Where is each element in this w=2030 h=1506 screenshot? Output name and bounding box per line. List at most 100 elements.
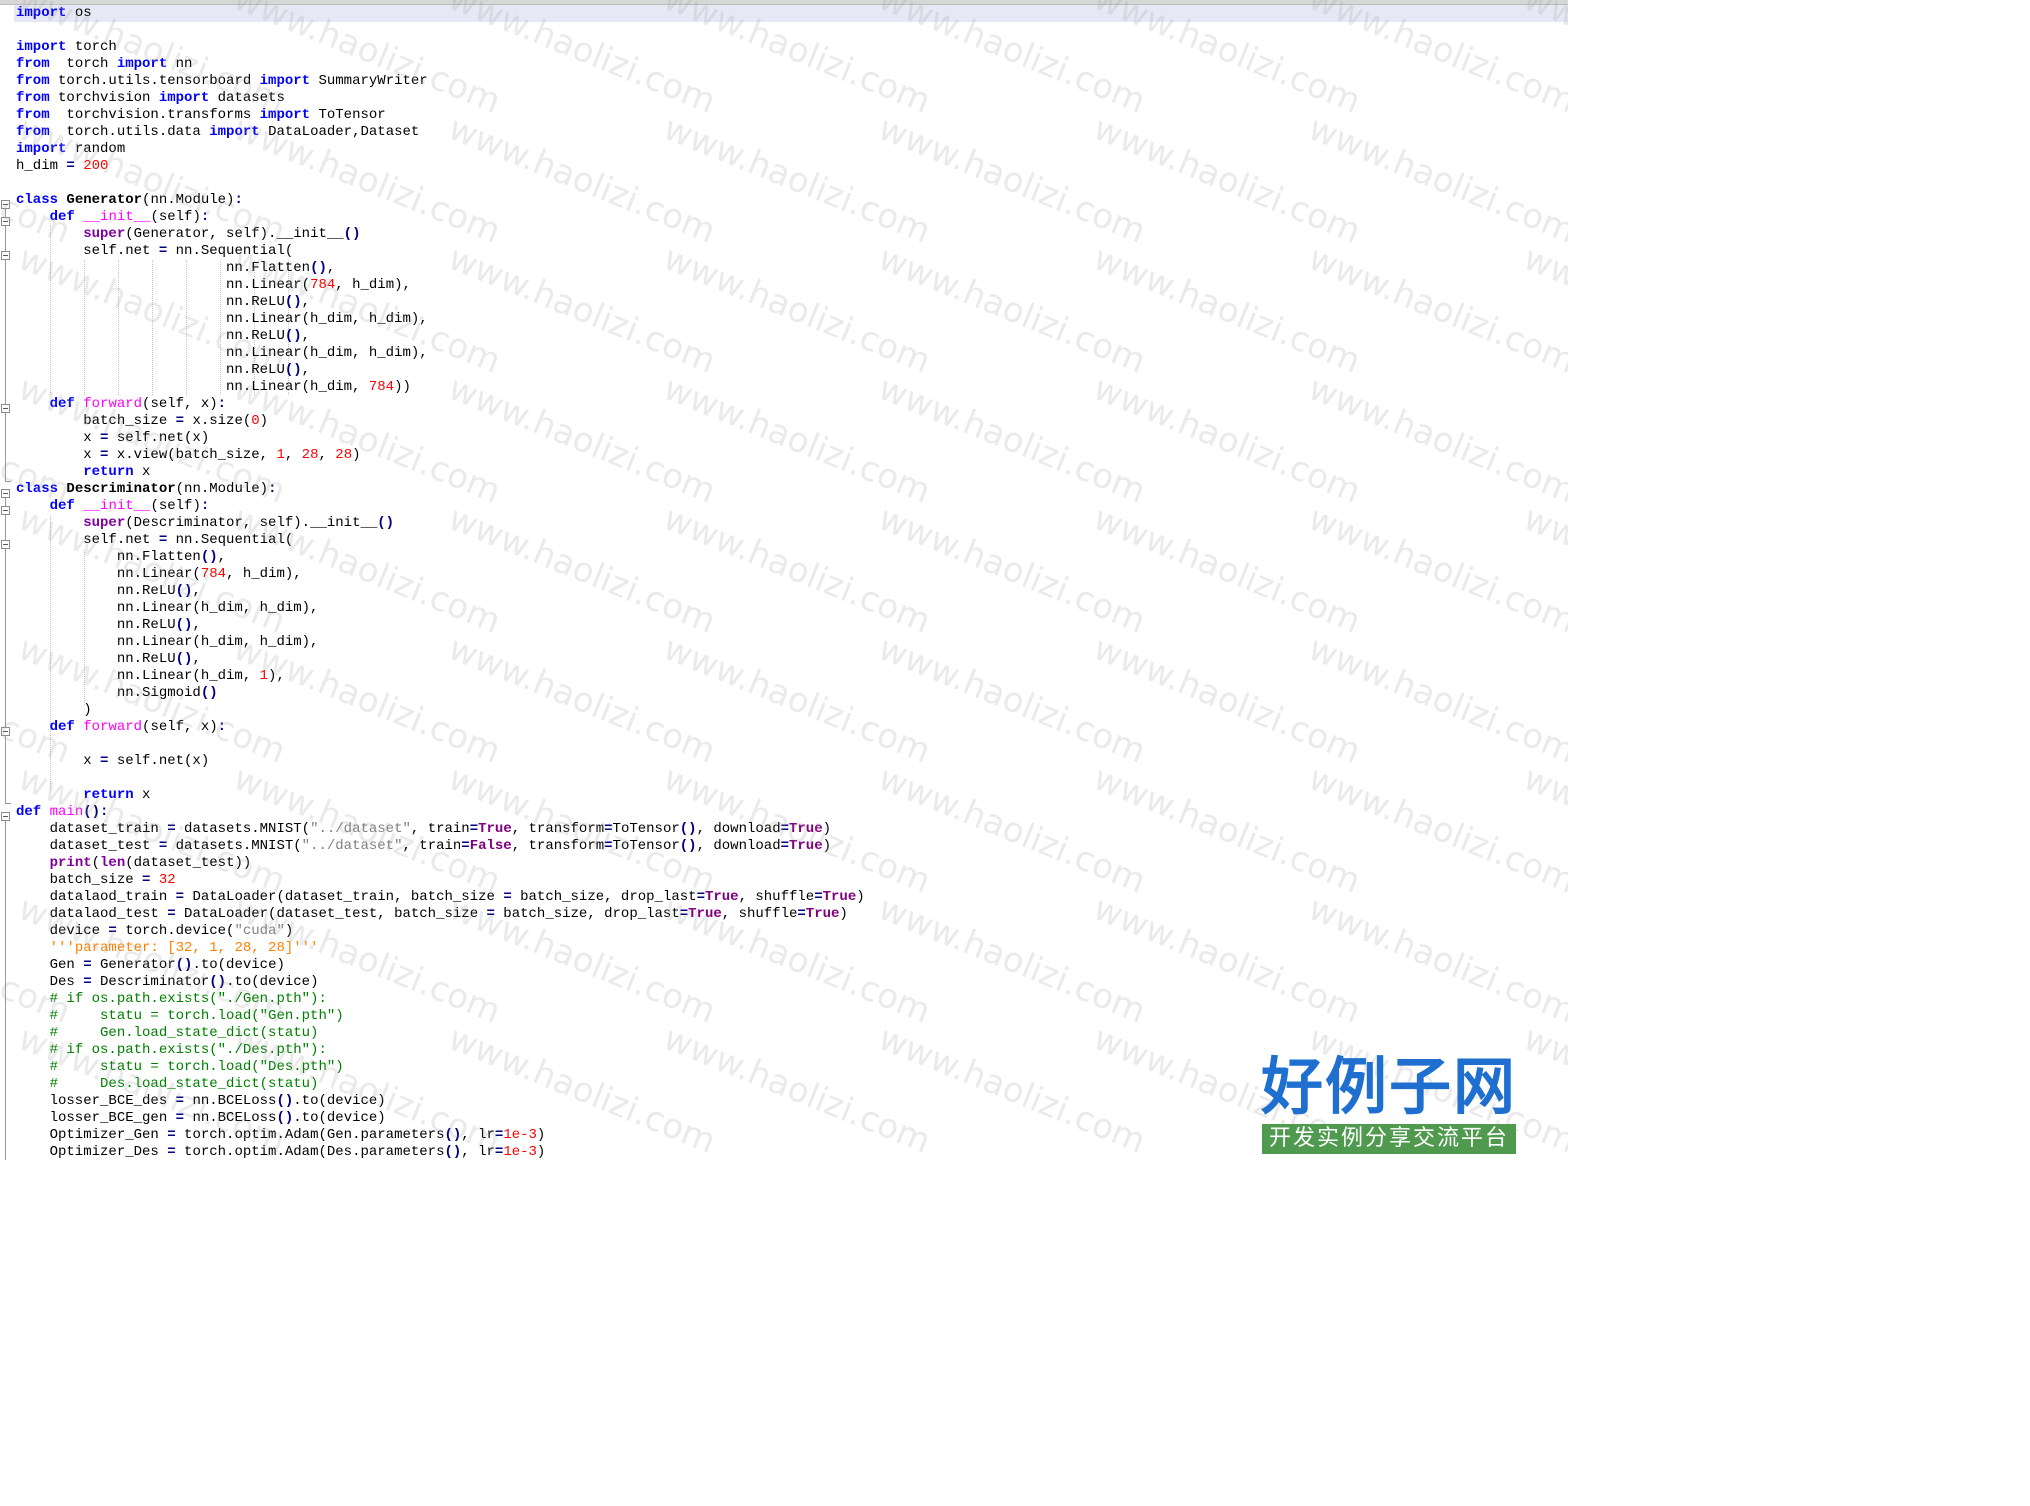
code-line[interactable]: # statu = torch.load("Gen.pth") — [16, 1008, 865, 1025]
code-line[interactable]: datalaod_test = DataLoader(dataset_test,… — [16, 906, 865, 923]
code-line[interactable]: nn.Sigmoid() — [16, 685, 865, 702]
code-line[interactable]: # Des.load_state_dict(statu) — [16, 1076, 865, 1093]
code-line[interactable]: nn.Flatten(), — [16, 260, 865, 277]
code-line[interactable]: nn.ReLU(), — [16, 294, 865, 311]
site-logo: 好例子网 开发实例分享交流平台 — [1260, 1052, 1518, 1156]
fold-toggle-icon[interactable] — [1, 506, 10, 515]
code-line[interactable]: losser_BCE_gen = nn.BCELoss().to(device) — [16, 1110, 865, 1127]
code-line[interactable]: '''parameter: [32, 1, 28, 28]''' — [16, 940, 865, 957]
code-line[interactable]: from torchvision import datasets — [16, 90, 865, 107]
code-line[interactable]: nn.Linear(h_dim, h_dim), — [16, 600, 865, 617]
code-line[interactable]: nn.Linear(h_dim, h_dim), — [16, 634, 865, 651]
code-line[interactable]: def __init__(self): — [16, 498, 865, 515]
code-line[interactable]: dataset_test = datasets.MNIST("../datase… — [16, 838, 865, 855]
code-line[interactable]: self.net = nn.Sequential( — [16, 243, 865, 260]
code-line[interactable]: nn.Linear(h_dim, h_dim), — [16, 311, 865, 328]
watermark-text: www.haolizi.com — [872, 628, 1152, 772]
code-line[interactable]: Optimizer_Des = torch.optim.Adam(Des.par… — [16, 1144, 865, 1161]
code-line[interactable]: Gen = Generator().to(device) — [16, 957, 865, 974]
code-line[interactable]: class Generator(nn.Module): — [16, 192, 865, 209]
code-token: , transform — [511, 838, 605, 854]
fold-toggle-icon[interactable] — [1, 540, 10, 549]
code-token: ) — [839, 906, 848, 922]
code-line[interactable]: ) — [16, 702, 865, 719]
code-line[interactable] — [16, 770, 865, 787]
code-line[interactable]: nn.Flatten(), — [16, 549, 865, 566]
fold-toggle-icon[interactable] — [1, 489, 10, 498]
code-line[interactable]: x = self.net(x) — [16, 430, 865, 447]
code-line[interactable]: losser_BCE_des = nn.BCELoss().to(device) — [16, 1093, 865, 1110]
code-line[interactable]: nn.Linear(h_dim, h_dim), — [16, 345, 865, 362]
code-line[interactable]: def main(): — [16, 804, 865, 821]
code-line[interactable]: nn.Linear(784, h_dim), — [16, 277, 865, 294]
code-line[interactable]: # if os.path.exists("./Des.pth"): — [16, 1042, 865, 1059]
code-editor[interactable]: import os import torch from torch import … — [0, 0, 1568, 1164]
code-token: : — [200, 209, 210, 225]
code-line[interactable]: datalaod_train = DataLoader(dataset_trai… — [16, 889, 865, 906]
code-line[interactable]: dataset_train = datasets.MNIST("../datas… — [16, 821, 865, 838]
code-token: # statu = torch.load("Gen.pth") — [49, 1008, 344, 1024]
code-line[interactable]: def forward(self, x): — [16, 396, 865, 413]
code-line[interactable]: nn.ReLU(), — [16, 651, 865, 668]
code-line[interactable]: device = torch.device("cuda") — [16, 923, 865, 940]
code-line[interactable]: # Gen.load_state_dict(statu) — [16, 1025, 865, 1042]
fold-toggle-icon[interactable] — [1, 404, 10, 413]
code-token: = — [780, 821, 789, 837]
code-token: () — [343, 226, 361, 242]
code-line[interactable]: import os — [16, 5, 865, 22]
code-line[interactable]: super(Descriminator, self).__init__() — [16, 515, 865, 532]
code-token: __init__ — [83, 209, 151, 225]
fold-toggle-icon[interactable] — [1, 727, 10, 736]
code-line[interactable]: nn.ReLU(), — [16, 328, 865, 345]
code-token: nn.Sigmoid — [16, 685, 201, 701]
fold-toggle-icon[interactable] — [1, 251, 10, 260]
code-token: )) — [394, 379, 411, 395]
code-line[interactable]: import torch — [16, 39, 865, 56]
code-line[interactable]: # statu = torch.load("Des.pth") — [16, 1059, 865, 1076]
code-line[interactable]: class Descriminator(nn.Module): — [16, 481, 865, 498]
code-line[interactable]: nn.Linear(h_dim, 1), — [16, 668, 865, 685]
code-line[interactable]: from torch.utils.data import DataLoader,… — [16, 124, 865, 141]
code-token: from — [16, 56, 50, 72]
fold-toggle-icon[interactable] — [1, 200, 10, 209]
code-line[interactable]: from torch.utils.tensorboard import Summ… — [16, 73, 865, 90]
code-token: super — [83, 515, 126, 531]
code-line[interactable]: batch_size = 32 — [16, 872, 865, 889]
code-line[interactable]: return x — [16, 464, 865, 481]
code-line[interactable]: nn.ReLU(), — [16, 617, 865, 634]
code-line[interactable]: # if os.path.exists("./Gen.pth"): — [16, 991, 865, 1008]
code-line[interactable]: Des = Descriminator().to(device) — [16, 974, 865, 991]
code-text[interactable]: import os import torch from torch import … — [16, 5, 865, 1161]
fold-toggle-icon[interactable] — [1, 217, 10, 226]
code-line[interactable]: nn.Linear(h_dim, 784)) — [16, 379, 865, 396]
code-line[interactable]: def __init__(self): — [16, 209, 865, 226]
code-line[interactable]: nn.ReLU(), — [16, 583, 865, 600]
code-line[interactable]: nn.Linear(784, h_dim), — [16, 566, 865, 583]
code-line[interactable]: batch_size = x.size(0) — [16, 413, 865, 430]
code-token: dataset_train — [16, 821, 168, 837]
code-token: (Generator, self).__init__ — [125, 226, 344, 242]
code-line[interactable] — [16, 736, 865, 753]
code-line[interactable]: import random — [16, 141, 865, 158]
code-line[interactable]: x = self.net(x) — [16, 753, 865, 770]
code-line[interactable]: h_dim = 200 — [16, 158, 865, 175]
code-line[interactable]: super(Generator, self).__init__() — [16, 226, 865, 243]
code-line[interactable]: nn.ReLU(), — [16, 362, 865, 379]
code-line[interactable]: return x — [16, 787, 865, 804]
code-line[interactable]: Optimizer_Gen = torch.optim.Adam(Gen.par… — [16, 1127, 865, 1144]
code-token: () — [200, 549, 218, 565]
code-line[interactable]: print(len(dataset_test)) — [16, 855, 865, 872]
code-line[interactable] — [16, 22, 865, 39]
code-line[interactable] — [16, 175, 865, 192]
fold-toggle-icon[interactable] — [1, 812, 10, 821]
code-line[interactable]: def forward(self, x): — [16, 719, 865, 736]
watermark-text: www.haolizi.com — [1517, 498, 1568, 642]
code-line[interactable]: from torch import nn — [16, 56, 865, 73]
code-line[interactable]: from torchvision.transforms import ToTen… — [16, 107, 865, 124]
code-token: torch.utils.data — [49, 124, 210, 140]
code-line[interactable]: x = x.view(batch_size, 1, 28, 28) — [16, 447, 865, 464]
code-line[interactable]: self.net = nn.Sequential( — [16, 532, 865, 549]
